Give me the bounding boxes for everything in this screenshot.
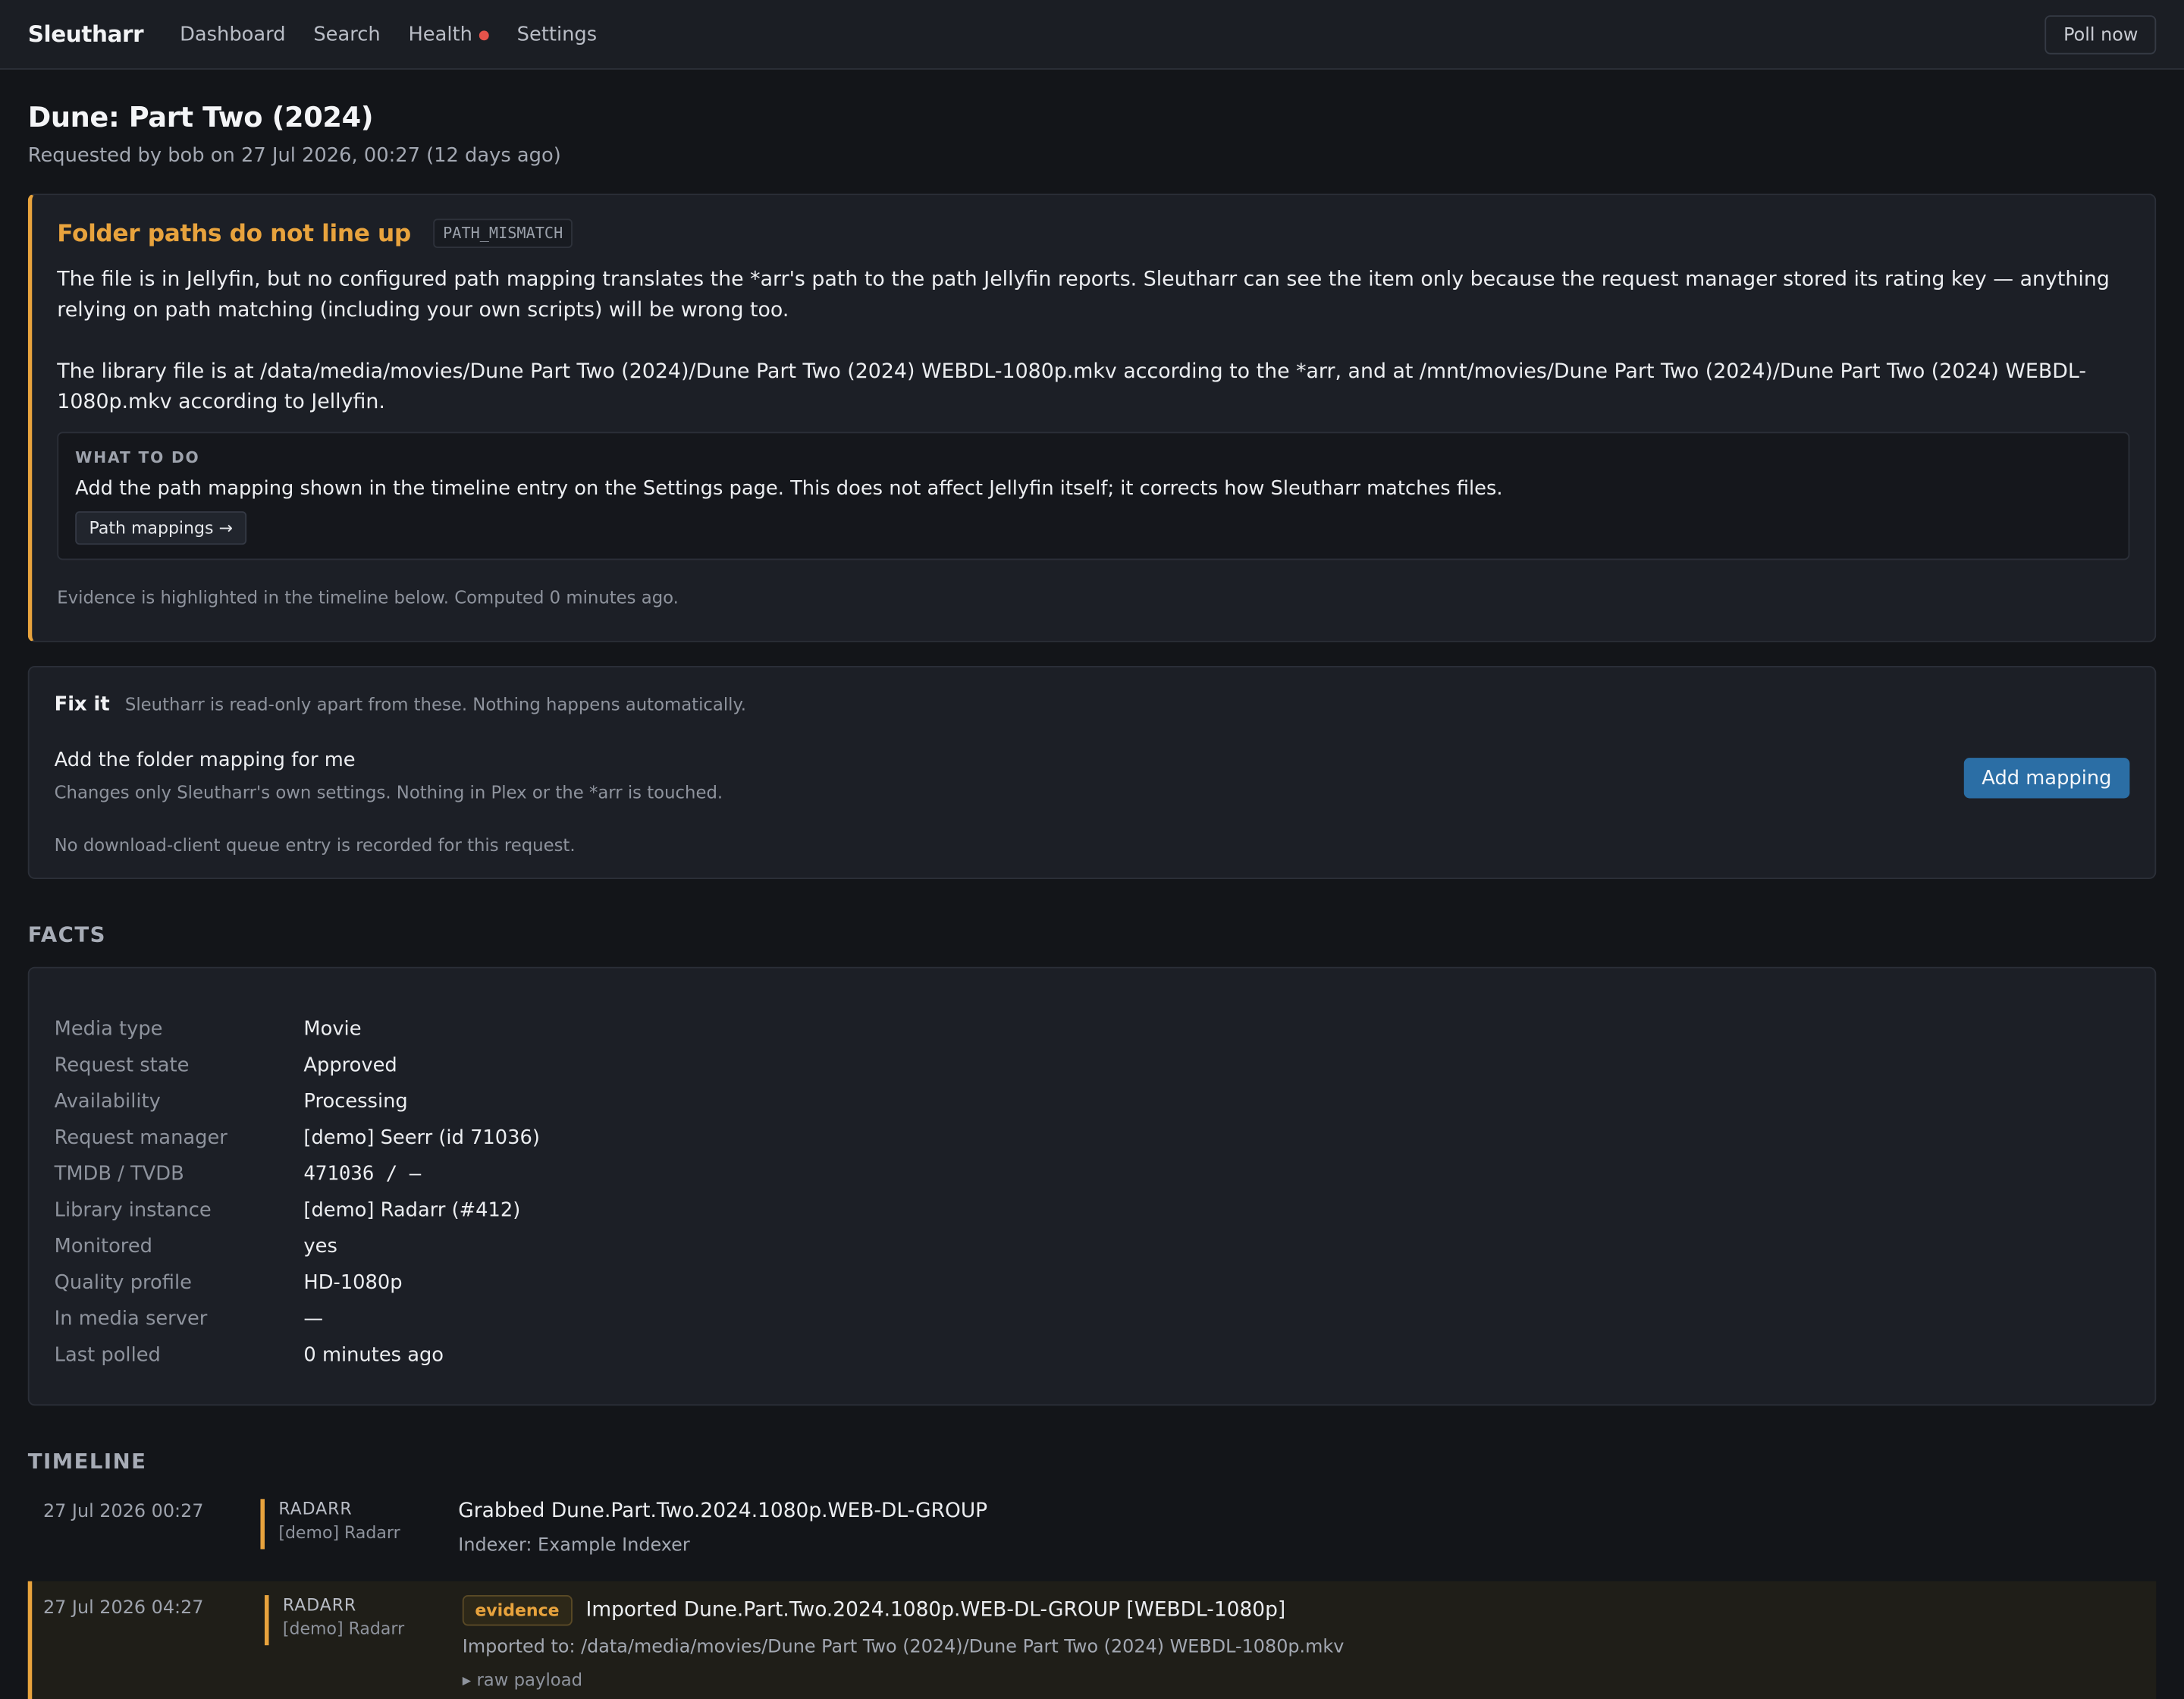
event-body: Grabbed Dune.Part.Two.2024.1080p.WEB-DL-… (458, 1493, 987, 1580)
fix-action-title: Add the folder mapping for me (54, 749, 356, 772)
what-to-do-box: WHAT TO DO Add the path mapping shown in… (57, 432, 2130, 561)
event-time: 27 Jul 2026 04:27 (42, 1597, 204, 1619)
fact-row: Quality profile HD-1080p (54, 1271, 403, 1295)
diagnosis-footer: Evidence is highlighted in the timeline … (57, 586, 679, 608)
path-mappings-button[interactable]: Path mappings → (75, 511, 247, 545)
nav-health[interactable]: Health (408, 23, 489, 46)
fix-it-title: Fix it (54, 693, 110, 717)
event-time: 27 Jul 2026 00:27 (42, 1502, 204, 1523)
timeline-list: 27 Jul 2026 00:27 RADARR [demo] Radarr G… (27, 1493, 2157, 1699)
diagnosis-explanation: The file is in Jellyfin, but no configur… (57, 267, 2110, 322)
fix-it-note: Sleutharr is read-only apart from these.… (124, 693, 746, 715)
event-source: RADARR [demo] Radarr (264, 1595, 463, 1646)
fact-row: Media type Movie (54, 1018, 362, 1041)
request-subtitle: Requested by bob on 27 Jul 2026, 00:27 (… (27, 145, 561, 168)
event-source-app: RADARR (282, 1595, 357, 1615)
app-brand[interactable]: Sleutharr (28, 21, 144, 48)
event-source-instance: [demo] Radarr (278, 1522, 400, 1543)
event-source: RADARR [demo] Radarr (260, 1499, 458, 1550)
event-detail: Indexer: Example Indexer (458, 1535, 690, 1556)
fact-row: Monitored yes (54, 1236, 337, 1258)
nav-search[interactable]: Search (313, 23, 380, 45)
fix-action-description: Changes only Sleutharr's own settings. N… (54, 781, 723, 802)
fact-row: Library instance [demo] Radarr (#412) (54, 1199, 521, 1222)
event-title: Grabbed Dune.Part.Two.2024.1080p.WEB-DL-… (458, 1500, 988, 1523)
top-nav-bar: Sleutharr Dashboard Search Health Settin… (0, 0, 2184, 70)
event-source-app: RADARR (278, 1499, 353, 1519)
fix-it-header: Fix it Sleutharr is read-only apart from… (55, 694, 2130, 716)
fact-row: TMDB / TVDB 471036 / — (54, 1163, 422, 1186)
poll-now-button[interactable]: Poll now (2045, 15, 2157, 55)
fact-row: Request manager [demo] Seerr (id 71036) (54, 1126, 540, 1150)
diagnosis-title: Folder paths do not line up (57, 219, 411, 248)
diagnosis-code-tag: PATH_MISMATCH (433, 218, 573, 248)
what-to-do-text: Add the path mapping shown in the timeli… (75, 478, 1503, 501)
timeline-heading: TIMELINE (27, 1449, 147, 1474)
evidence-badge: evidence (462, 1595, 573, 1626)
event-title: Imported Dune.Part.Two.2024.1080p.WEB-DL… (585, 1599, 1286, 1622)
page-title: Dune: Part Two (2024) (27, 100, 374, 134)
fact-row: Request state Approved (54, 1054, 397, 1077)
raw-payload-toggle[interactable]: ▸ raw payload (463, 1669, 1345, 1690)
diagnosis-header: Folder paths do not line up PATH_MISMATC… (57, 218, 2129, 248)
event-title-line: evidence Imported Dune.Part.Two.2024.108… (462, 1595, 1345, 1626)
diagnosis-paths: The library file is at /data/media/movie… (57, 359, 2087, 414)
what-to-do-label: WHAT TO DO (75, 448, 200, 467)
fact-row: In media server — (54, 1308, 324, 1331)
event-body: evidence Imported Dune.Part.Two.2024.108… (462, 1581, 1345, 1699)
health-alert-dot-icon (479, 30, 489, 40)
diagnosis-card: Folder paths do not line up PATH_MISMATC… (27, 193, 2157, 642)
event-source-instance: [demo] Radarr (282, 1619, 405, 1639)
facts-card: Media type Movie Request state Approved Av… (27, 966, 2157, 1406)
nav-settings[interactable]: Settings (517, 23, 597, 45)
add-mapping-button[interactable]: Add mapping (1963, 758, 2130, 799)
fix-it-card: Fix it Sleutharr is read-only apart from… (27, 665, 2157, 879)
app-root: Sleutharr Dashboard Search Health Settin… (0, 0, 2184, 1699)
queue-entry-note: No download-client queue entry is record… (54, 834, 576, 856)
timeline-event: 27 Jul 2026 00:27 RADARR [demo] Radarr G… (28, 1493, 2157, 1580)
facts-heading: FACTS (27, 922, 106, 947)
main-nav: Dashboard Search Health Settings (180, 23, 597, 45)
event-detail: Imported to: /data/media/movies/Dune Par… (462, 1637, 1345, 1658)
timeline-event-evidence: 27 Jul 2026 04:27 RADARR [demo] Radarr e… (27, 1581, 2157, 1699)
main-content: Dune: Part Two (2024) Requested by bob o… (0, 100, 2184, 1699)
fact-row: Availability Processing (54, 1091, 408, 1113)
fact-row: Last polled 0 minutes ago (54, 1344, 444, 1367)
nav-dashboard[interactable]: Dashboard (180, 23, 286, 45)
